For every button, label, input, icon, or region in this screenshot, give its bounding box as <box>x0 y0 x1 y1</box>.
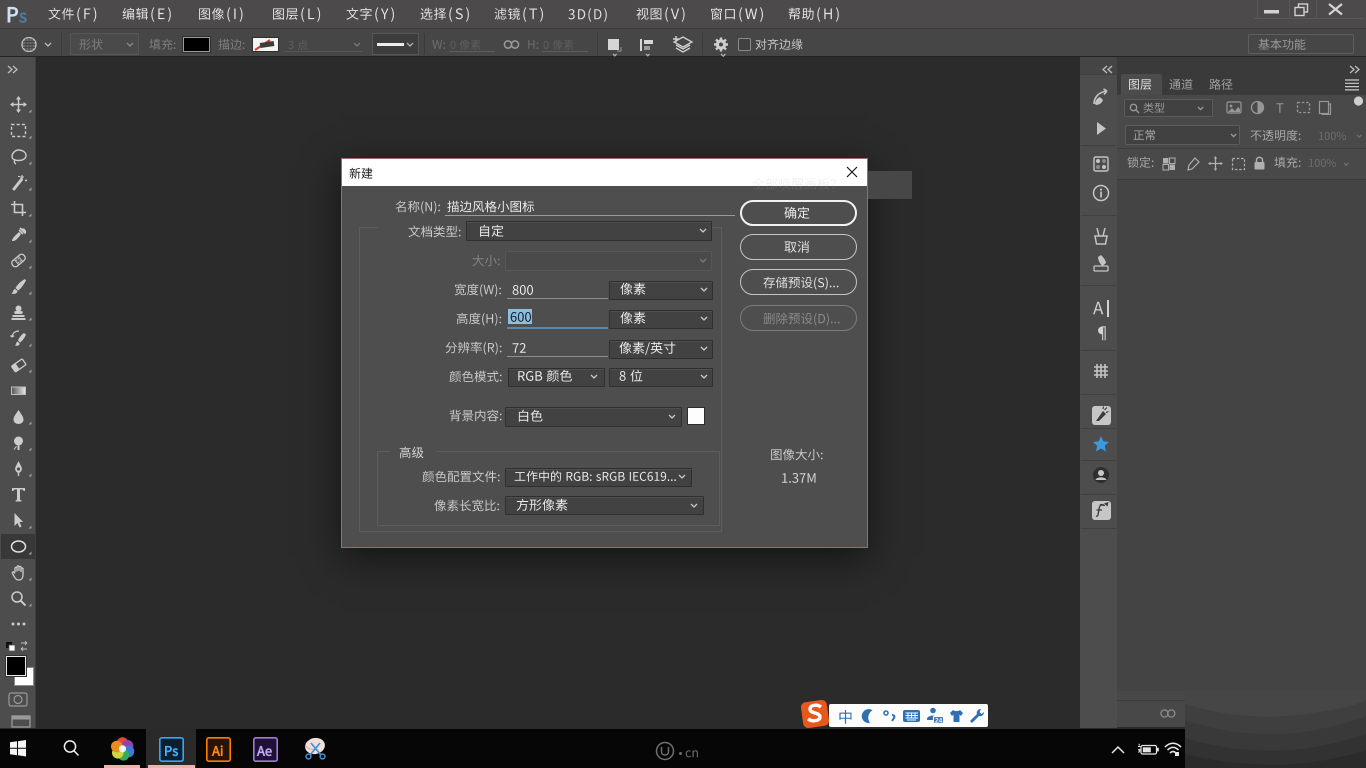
svg-text:24: 24 <box>935 718 943 725</box>
